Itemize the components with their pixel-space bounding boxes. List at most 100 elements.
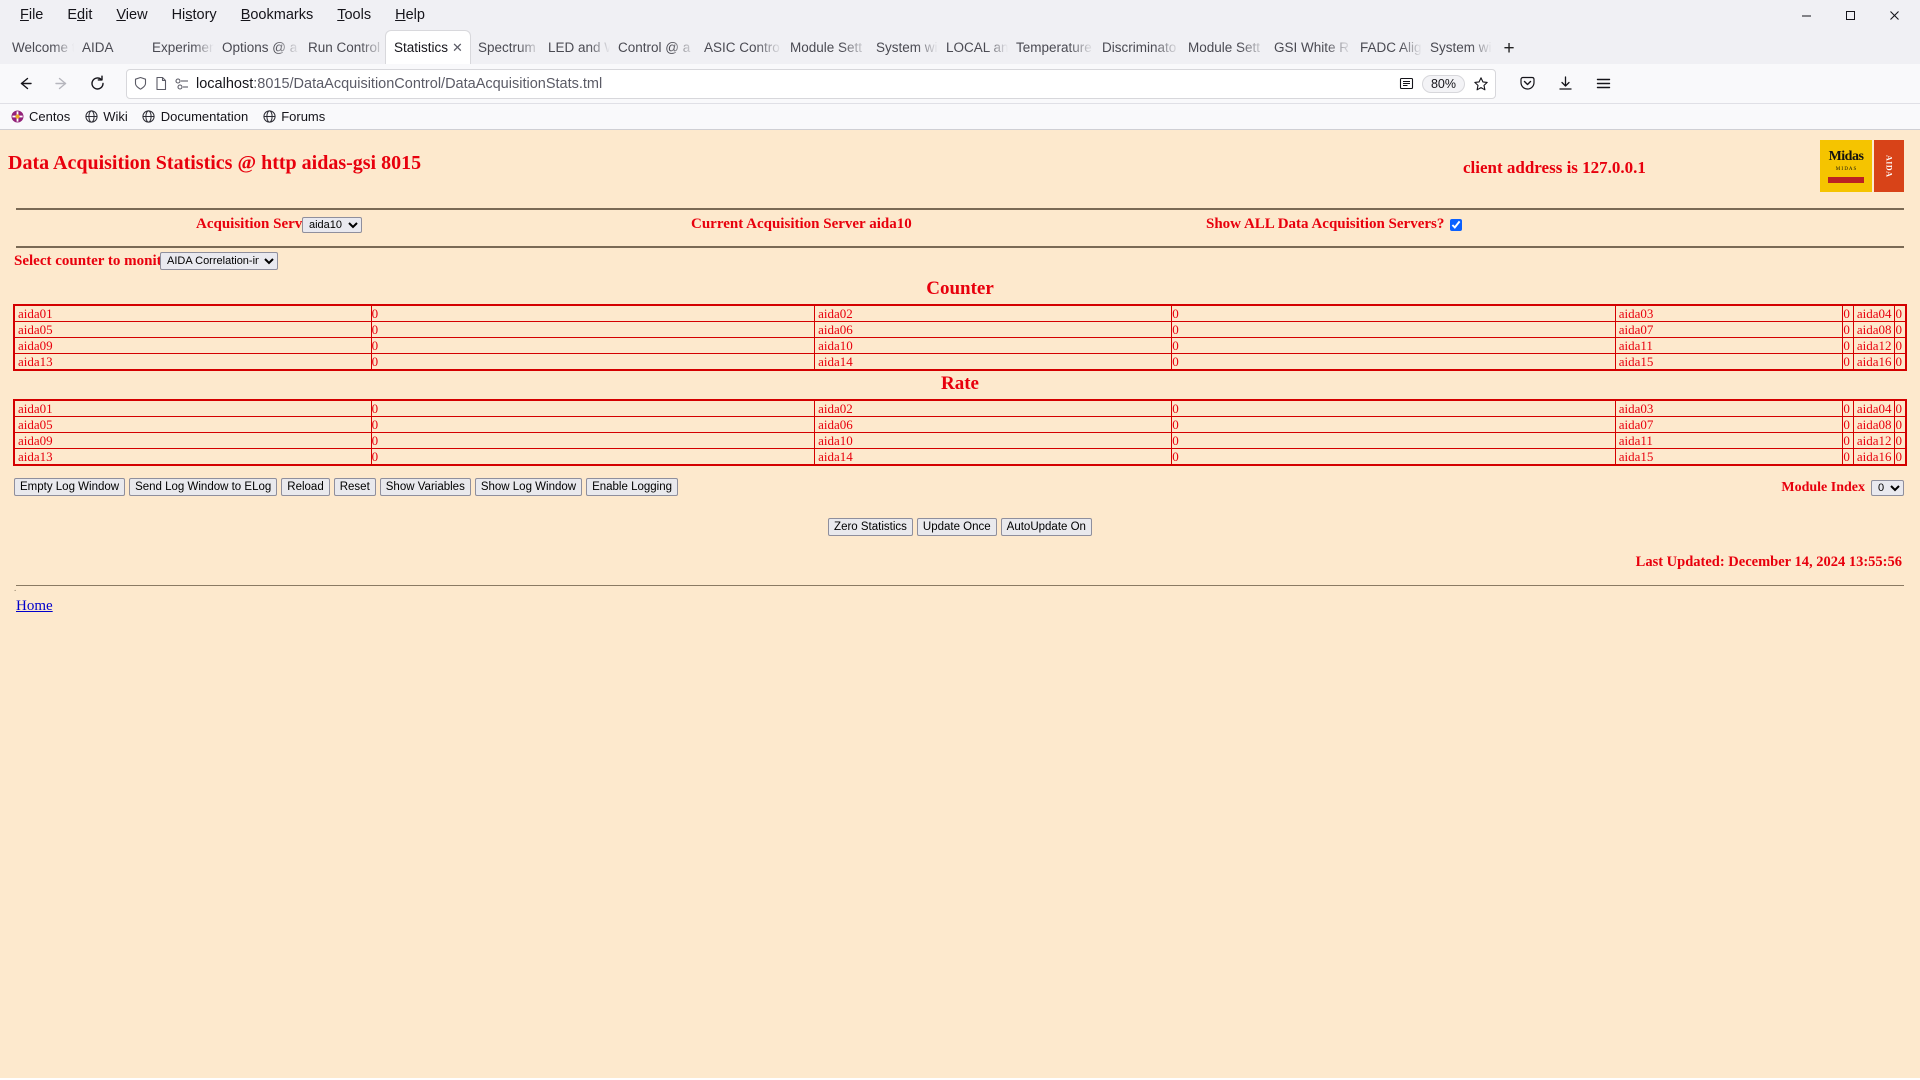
browser-tab-14[interactable]: Discriminato (1094, 31, 1180, 64)
window-controls (1784, 1, 1920, 29)
browser-tab-0[interactable]: Welcome to (4, 31, 74, 64)
table-row: aida01 0 aida02 0 aida03 0 aida04 0 (13, 304, 1907, 322)
new-tab-button[interactable]: + (1492, 34, 1526, 64)
menu-help[interactable]: Help (383, 4, 437, 26)
node-name-cell: aida09 (13, 337, 372, 354)
shield-icon[interactable] (133, 76, 148, 91)
back-icon[interactable] (8, 68, 42, 100)
log-button-show-variables[interactable]: Show Variables (379, 478, 471, 496)
tab-label: AIDA (82, 40, 114, 55)
home-link[interactable]: Home (16, 598, 53, 614)
node-name-cell: aida15 (1614, 353, 1844, 371)
action-button-autoupdate-on[interactable]: AutoUpdate On (1000, 518, 1092, 536)
action-button-update-once[interactable]: Update Once (916, 518, 997, 536)
logo-group: Midas M I D A S AIDA (1820, 140, 1904, 192)
node-value-cell: 0 (1842, 448, 1854, 466)
log-button-enable-logging[interactable]: Enable Logging (586, 478, 679, 496)
browser-tab-12[interactable]: LOCAL and (938, 31, 1008, 64)
node-name-cell: aida10 (814, 432, 1173, 449)
counter-select[interactable]: AIDA Correlation-info #8 (160, 252, 278, 270)
node-value-cell: 0 (370, 353, 816, 371)
table-row: aida05 0 aida06 0 aida07 0 aida08 0 (13, 321, 1907, 338)
menu-file[interactable]: File (8, 4, 55, 26)
log-controls-row: Empty Log Window Send Log Window to ELog R… (8, 478, 1912, 508)
server-selection-row: Acquisition Servers aida10 Current Acqui… (8, 210, 1912, 240)
bookmark-item-0[interactable]: Centos (10, 109, 70, 124)
browser-tab-9[interactable]: ASIC Contro (696, 31, 782, 64)
globe-icon (142, 110, 156, 124)
node-value-cell: 0 (370, 304, 816, 322)
bookmark-item-1[interactable]: Wiki (84, 109, 128, 124)
log-button-send-log-window-to-elog[interactable]: Send Log Window to ELog (129, 478, 278, 496)
node-name-cell: aida15 (1614, 448, 1844, 466)
menu-history[interactable]: History (160, 4, 229, 26)
browser-tab-17[interactable]: FADC Align (1352, 31, 1422, 64)
acquisition-servers-select[interactable]: aida10 (302, 217, 362, 233)
browser-tab-18[interactable]: System wid (1422, 31, 1492, 64)
url-text[interactable]: localhost:8015/DataAcquisitionControl/Da… (196, 76, 1393, 92)
menu-edit[interactable]: Edit (55, 4, 104, 26)
tab-label: Discriminato (1102, 40, 1177, 55)
tab-close-icon[interactable]: ✕ (448, 40, 463, 56)
menu-tools[interactable]: Tools (325, 4, 383, 26)
menu-view[interactable]: View (104, 4, 159, 26)
tab-label: System wid (876, 40, 938, 55)
table-row: aida09 0 aida10 0 aida11 0 aida12 0 (13, 432, 1907, 449)
browser-tab-10[interactable]: Module Sett (782, 31, 868, 64)
acquisition-servers-select-wrap: aida10 (302, 215, 362, 233)
table-row: aida01 0 aida02 0 aida03 0 aida04 0 (13, 399, 1907, 417)
bookmark-item-3[interactable]: Forums (262, 109, 325, 124)
log-button-reload[interactable]: Reload (281, 478, 330, 496)
browser-tab-5[interactable]: Statistics ✕ (386, 31, 470, 64)
log-button-empty-log-window[interactable]: Empty Log Window (14, 478, 126, 496)
page-content: Data Acquisition Statistics @ http aidas… (0, 130, 1920, 1078)
node-value-cell: 0 (1171, 399, 1616, 417)
tab-label: Welcome to (12, 40, 74, 55)
browser-tab-2[interactable]: Experiment (144, 31, 214, 64)
node-value-cell: 0 (1894, 416, 1907, 433)
bookmark-label: Wiki (103, 109, 128, 124)
browser-tab-3[interactable]: Options @ a (214, 31, 300, 64)
zoom-level-badge[interactable]: 80% (1421, 74, 1465, 93)
url-bar[interactable]: localhost:8015/DataAcquisitionControl/Da… (126, 68, 1496, 99)
browser-tab-8[interactable]: Control @ a (610, 31, 696, 64)
browser-tab-6[interactable]: Spectrum B (470, 31, 540, 64)
tab-label: Statistics (394, 40, 449, 55)
reload-icon[interactable] (80, 68, 114, 100)
browser-tab-4[interactable]: Run Control (300, 31, 386, 64)
pocket-icon[interactable] (1510, 68, 1544, 100)
menu-bookmarks[interactable]: Bookmarks (229, 4, 326, 26)
reader-view-icon[interactable] (1399, 76, 1414, 91)
browser-tab-7[interactable]: LED and Wa (540, 31, 610, 64)
minimize-button[interactable] (1784, 1, 1828, 29)
bookmark-star-icon[interactable] (1473, 76, 1489, 92)
browser-tab-13[interactable]: Temperature (1008, 31, 1094, 64)
bookmark-item-2[interactable]: Documentation (142, 109, 248, 124)
node-name-cell: aida08 (1852, 416, 1896, 433)
browser-tab-1[interactable]: AIDA (74, 31, 144, 64)
node-name-cell: aida13 (13, 448, 372, 466)
node-name-cell: aida10 (814, 337, 1173, 354)
node-value-cell: 0 (1894, 432, 1907, 449)
forward-icon[interactable] (44, 68, 78, 100)
log-button-show-log-window[interactable]: Show Log Window (474, 478, 583, 496)
log-button-reset[interactable]: Reset (333, 478, 376, 496)
action-button-zero-statistics[interactable]: Zero Statistics (828, 518, 913, 536)
node-name-cell: aida14 (814, 448, 1173, 466)
browser-tab-15[interactable]: Module Sett (1180, 31, 1266, 64)
app-menu-icon[interactable] (1586, 68, 1620, 100)
browser-tab-16[interactable]: GSI White R (1266, 31, 1352, 64)
close-button[interactable] (1872, 1, 1916, 29)
tracking-protection-icon[interactable] (174, 77, 190, 91)
node-name-cell: aida05 (13, 416, 372, 433)
downloads-icon[interactable] (1548, 68, 1582, 100)
module-index-select[interactable]: 0 (1871, 480, 1904, 496)
show-all-servers-checkbox[interactable] (1450, 218, 1463, 231)
menu-bar: File Edit View History Bookmarks Tools H… (0, 0, 1920, 30)
node-name-cell: aida04 (1852, 399, 1896, 417)
maximize-button[interactable] (1828, 1, 1872, 29)
browser-tab-11[interactable]: System wid (868, 31, 938, 64)
counter-selection-row: Select counter to monitor AIDA Correlati… (8, 248, 1912, 276)
page-info-icon[interactable] (154, 76, 168, 91)
rate-table-wrap: aida01 0 aida02 0 aida03 0 aida04 0 aida05 0 aida0… (8, 399, 1912, 466)
